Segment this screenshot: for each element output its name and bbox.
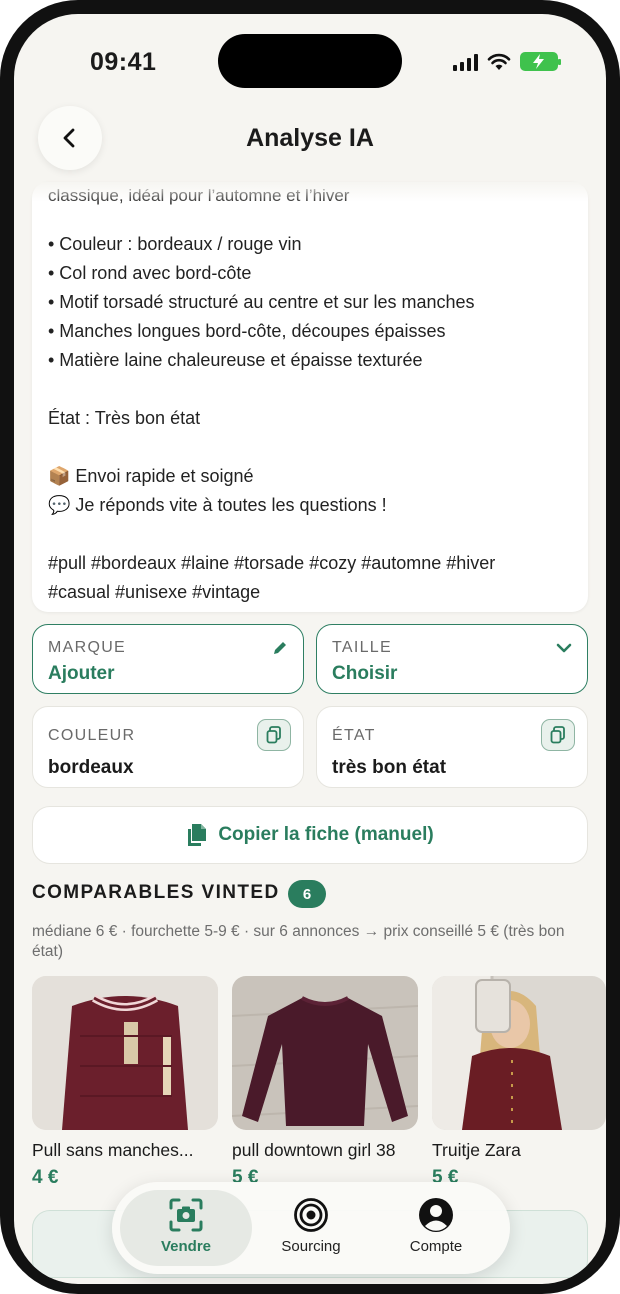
pencil-icon: [274, 642, 286, 654]
size-value: Choisir: [332, 663, 398, 684]
brand-field[interactable]: MARQUE Ajouter: [32, 624, 304, 694]
price-summary: médiane 6 € · fourchette 5-9 € · sur 6 a…: [32, 923, 565, 960]
listing-title: pull downtown girl 38: [232, 1140, 396, 1160]
listing-title: Truitje Zara: [432, 1140, 521, 1160]
hashtags-line-1: #pull #bordeaux #laine #torsade #cozy #a…: [48, 553, 496, 573]
condition-value: très bon état: [332, 757, 447, 778]
app-screen: 09:41 Analyse IA classique, idéal pour: [14, 14, 606, 1284]
tab-vendre[interactable]: Vendre: [120, 1190, 252, 1266]
bullet-pattern: • Motif torsadé structuré au centre et s…: [48, 292, 475, 312]
color-field: COULEUR bordeaux: [32, 706, 304, 788]
battery-icon: [520, 52, 561, 71]
scroll-fade: [14, 182, 606, 202]
color-value: bordeaux: [48, 757, 134, 778]
status-time: 09:41: [90, 48, 157, 76]
copy-sheet-button[interactable]: Copier la fiche (manuel): [32, 806, 588, 864]
page-title: Analyse IA: [246, 124, 374, 152]
tab-compte[interactable]: Compte: [370, 1190, 502, 1266]
brand-value: Ajouter: [48, 663, 115, 684]
chevron-down-icon: [556, 643, 572, 653]
listing-title: Pull sans manches...: [32, 1140, 194, 1160]
size-label: TAILLE: [332, 639, 392, 656]
listing-card[interactable]: pull downtown girl 38 5 €: [232, 976, 418, 1189]
copy-condition-button[interactable]: [541, 719, 575, 751]
reply-line: 💬 Je réponds vite à toutes les questions…: [48, 495, 387, 515]
shipping-line: 📦 Envoi rapide et soigné: [48, 466, 254, 486]
copy-icon: [266, 726, 281, 744]
bullet-color: • Couleur : bordeaux / rouge vin: [48, 234, 302, 254]
description-card: classique, idéal pour l’automne et l’hiv…: [32, 182, 588, 612]
device-frame: 09:41 Analyse IA classique, idéal pour: [0, 0, 620, 1294]
tab-label: Compte: [409, 1238, 463, 1255]
condition-field: ÉTAT très bon état: [316, 706, 588, 788]
color-label: COULEUR: [48, 727, 136, 744]
bullet-collar: • Col rond avec bord-côte: [48, 263, 252, 283]
state-line: État : Très bon état: [48, 408, 201, 428]
copy-icon: [188, 824, 207, 846]
listing-photo: [432, 976, 606, 1130]
tab-label: Vendre: [160, 1238, 212, 1255]
bullet-material: • Matière laine chaleureuse et épaisse t…: [48, 350, 423, 370]
description-text: • Couleur : bordeaux / rouge vin • Col r…: [48, 230, 495, 607]
condition-label: ÉTAT: [332, 727, 376, 744]
listing-photo: [232, 976, 418, 1130]
listing-photo: [32, 976, 218, 1130]
dynamic-island: [218, 34, 402, 88]
comparables-count-badge: 6: [288, 880, 326, 908]
tab-label: Sourcing: [281, 1238, 341, 1255]
copy-color-button[interactable]: [257, 719, 291, 751]
cellular-signal-icon: [453, 53, 478, 71]
tab-bar: Vendre Sourcing Compte: [112, 1182, 510, 1274]
listing-card[interactable]: Pull sans manches... 4 €: [32, 976, 218, 1189]
status-icons: [453, 52, 561, 71]
wifi-icon: [487, 53, 511, 70]
size-field[interactable]: TAILLE Choisir: [316, 624, 588, 694]
copy-sheet-label: Copier la fiche (manuel): [218, 824, 434, 845]
listing-card[interactable]: Truitje Zara 5 €: [432, 976, 606, 1189]
comparables-title: COMPARABLES VINTED: [32, 882, 280, 903]
camera-icon: [169, 1198, 203, 1232]
tab-sourcing[interactable]: Sourcing: [245, 1190, 377, 1266]
bullet-sleeves: • Manches longues bord-côte, découpes ép…: [48, 321, 446, 341]
copy-icon: [550, 726, 565, 744]
user-icon: [419, 1198, 453, 1232]
brand-label: MARQUE: [48, 639, 127, 656]
target-icon: [294, 1198, 328, 1232]
hashtags-line-2: #casual #unisexe #vintage: [48, 582, 261, 602]
